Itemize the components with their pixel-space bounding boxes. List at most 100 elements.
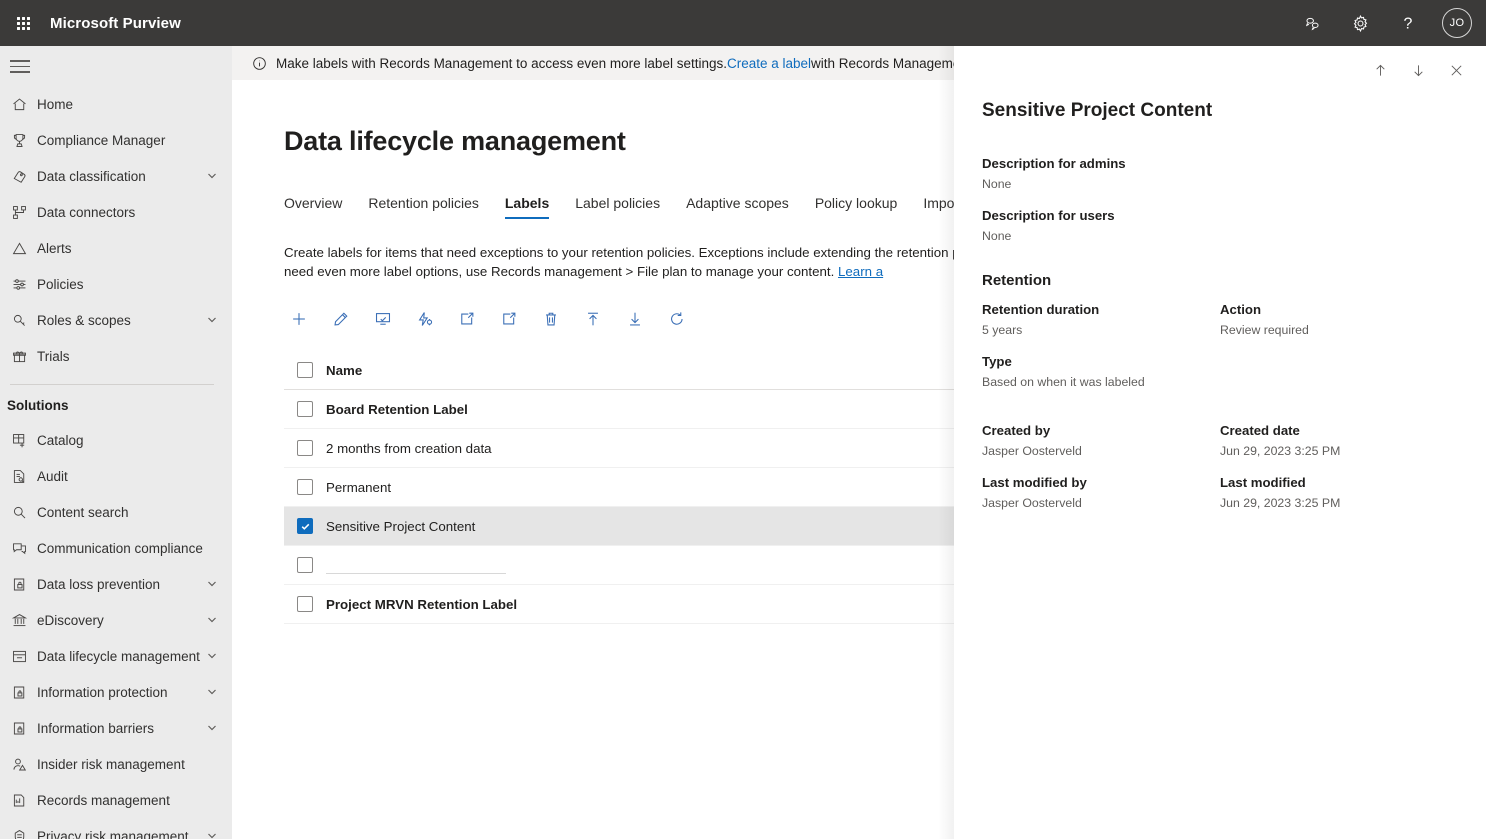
- publish-labels-button[interactable]: [368, 304, 398, 334]
- previous-item-button[interactable]: [1364, 54, 1396, 86]
- connectors-icon: [11, 204, 37, 221]
- field-action: Action Review required: [1220, 302, 1458, 337]
- field-last-modified-by: Last modified by Jasper Oosterveld: [982, 475, 1220, 510]
- column-header-name[interactable]: Name: [326, 363, 362, 378]
- row-checkbox-cell[interactable]: [284, 518, 326, 534]
- sidebar-item-communication-compliance[interactable]: Communication compliance: [0, 531, 232, 567]
- select-all-checkbox[interactable]: [297, 362, 313, 378]
- field-label: Created date: [1220, 423, 1300, 438]
- suite-bar: Microsoft Purview ? JO: [0, 0, 1486, 46]
- row-checkbox[interactable]: [297, 479, 313, 495]
- tab-overview[interactable]: Overview: [284, 195, 342, 219]
- field-label: Last modified by: [982, 475, 1087, 490]
- app-launcher-button[interactable]: [0, 0, 46, 46]
- sidebar-item-information-protection[interactable]: Information protection: [0, 675, 232, 711]
- field-value: Jasper Oosterveld: [982, 496, 1082, 510]
- row-checkbox-cell[interactable]: [284, 479, 326, 495]
- global-nav-toggle[interactable]: [0, 46, 40, 87]
- row-checkbox-cell[interactable]: [284, 440, 326, 456]
- field-created-date: Created date Jun 29, 2023 3:25 PM: [1220, 423, 1458, 458]
- sidebar-label: Communication compliance: [37, 541, 203, 557]
- row-checkbox[interactable]: [297, 596, 313, 612]
- sidebar-item-data-classification[interactable]: Data classification: [0, 159, 232, 195]
- download-arrow-icon: [630, 312, 640, 326]
- checkmark-icon: [301, 523, 309, 530]
- upload-button[interactable]: [578, 304, 608, 334]
- sidebar-item-insider-risk-management[interactable]: Insider risk management: [0, 747, 232, 783]
- open-button[interactable]: [452, 304, 482, 334]
- download-button[interactable]: [620, 304, 650, 334]
- row-checkbox-cell[interactable]: [284, 557, 326, 573]
- sidebar-item-catalog[interactable]: Catalog: [0, 423, 232, 459]
- sidebar-item-roles-scopes[interactable]: Roles & scopes: [0, 303, 232, 339]
- tab-policy-lookup[interactable]: Policy lookup: [815, 195, 898, 219]
- sidebar-item-ediscovery[interactable]: eDiscovery: [0, 603, 232, 639]
- select-all-checkbox-cell[interactable]: [284, 362, 326, 378]
- chevron-down-icon: [206, 577, 218, 592]
- create-a-label-link[interactable]: Create a label: [727, 56, 811, 71]
- sidebar-label: Information barriers: [37, 721, 155, 737]
- create-button[interactable]: [284, 304, 314, 334]
- sidebar-item-privacy-risk-management[interactable]: Privacy risk management: [0, 819, 232, 839]
- arrow-down-icon: [1413, 64, 1423, 76]
- sidebar-item-data-connectors[interactable]: Data connectors: [0, 195, 232, 231]
- avatar[interactable]: JO: [1442, 8, 1472, 38]
- sidebar-label: Roles & scopes: [37, 313, 131, 329]
- sidebar-item-trials[interactable]: Trials: [0, 339, 232, 375]
- sidebar-divider: [10, 383, 214, 385]
- pencil-icon: [334, 312, 348, 326]
- sidebar-section-title: Solutions: [7, 397, 69, 413]
- sidebar-item-audit[interactable]: Audit: [0, 459, 232, 495]
- feedback-button[interactable]: [1290, 0, 1334, 46]
- settings-button[interactable]: [1338, 0, 1382, 46]
- next-item-button[interactable]: [1402, 54, 1434, 86]
- row-checkbox-cell[interactable]: [284, 401, 326, 417]
- field-value: Jun 29, 2023 3:25 PM: [1220, 444, 1341, 458]
- field-label: Action: [1220, 302, 1262, 317]
- edit-button[interactable]: [326, 304, 356, 334]
- sidebar-item-information-barriers[interactable]: Information barriers: [0, 711, 232, 747]
- refresh-button[interactable]: [662, 304, 692, 334]
- tab-adaptive-scopes[interactable]: Adaptive scopes: [686, 195, 789, 219]
- gift-icon: [11, 348, 37, 365]
- close-panel-button[interactable]: [1440, 54, 1472, 86]
- row-checkbox[interactable]: [297, 518, 313, 534]
- sidebar-label: Content search: [37, 505, 129, 521]
- sidebar-item-home[interactable]: Home: [0, 87, 232, 123]
- row-checkbox[interactable]: [297, 557, 313, 573]
- sidebar-item-compliance-manager[interactable]: Compliance Manager: [0, 123, 232, 159]
- label-name: Permanent: [326, 479, 392, 495]
- row-checkbox-cell[interactable]: [284, 596, 326, 612]
- delete-button[interactable]: [536, 304, 566, 334]
- upload-arrow-icon: [588, 312, 598, 326]
- row-checkbox[interactable]: [297, 440, 313, 456]
- sidebar-item-data-loss-prevention[interactable]: Data loss prevention: [0, 567, 232, 603]
- field-value: None: [982, 229, 1012, 243]
- details-panel: Sensitive Project Content Description fo…: [954, 46, 1486, 839]
- retention-section-heading: Retention: [982, 272, 1052, 289]
- tab-labels[interactable]: Labels: [504, 195, 550, 219]
- field-value: Review required: [1220, 323, 1309, 337]
- sliders-icon: [11, 276, 37, 293]
- learn-more-link[interactable]: Learn a: [838, 264, 883, 279]
- privacy-icon: [11, 828, 37, 839]
- auto-apply-label-button[interactable]: [410, 304, 440, 334]
- sidebar-item-policies[interactable]: Policies: [0, 267, 232, 303]
- tab-retention-policies[interactable]: Retention policies: [368, 195, 479, 219]
- sidebar-item-data-lifecycle-management[interactable]: Data lifecycle management: [0, 639, 232, 675]
- tab-import[interactable]: Impo: [923, 195, 954, 219]
- help-button[interactable]: ?: [1386, 0, 1430, 46]
- label-name: 2 months from creation data: [326, 440, 492, 456]
- sidebar-item-content-search[interactable]: Content search: [0, 495, 232, 531]
- field-label: Created by: [982, 423, 1051, 438]
- open-external-icon: [461, 312, 474, 325]
- sidebar-item-records-management[interactable]: Records management: [0, 783, 232, 819]
- panel-commands: [954, 46, 1486, 86]
- sidebar-item-alerts[interactable]: Alerts: [0, 231, 232, 267]
- row-checkbox[interactable]: [297, 401, 313, 417]
- trash-icon: [546, 312, 556, 326]
- field-label: Description for admins: [982, 156, 1126, 171]
- tab-label-policies[interactable]: Label policies: [575, 195, 660, 219]
- export-button[interactable]: [494, 304, 524, 334]
- sidebar-label: Data loss prevention: [37, 577, 161, 593]
